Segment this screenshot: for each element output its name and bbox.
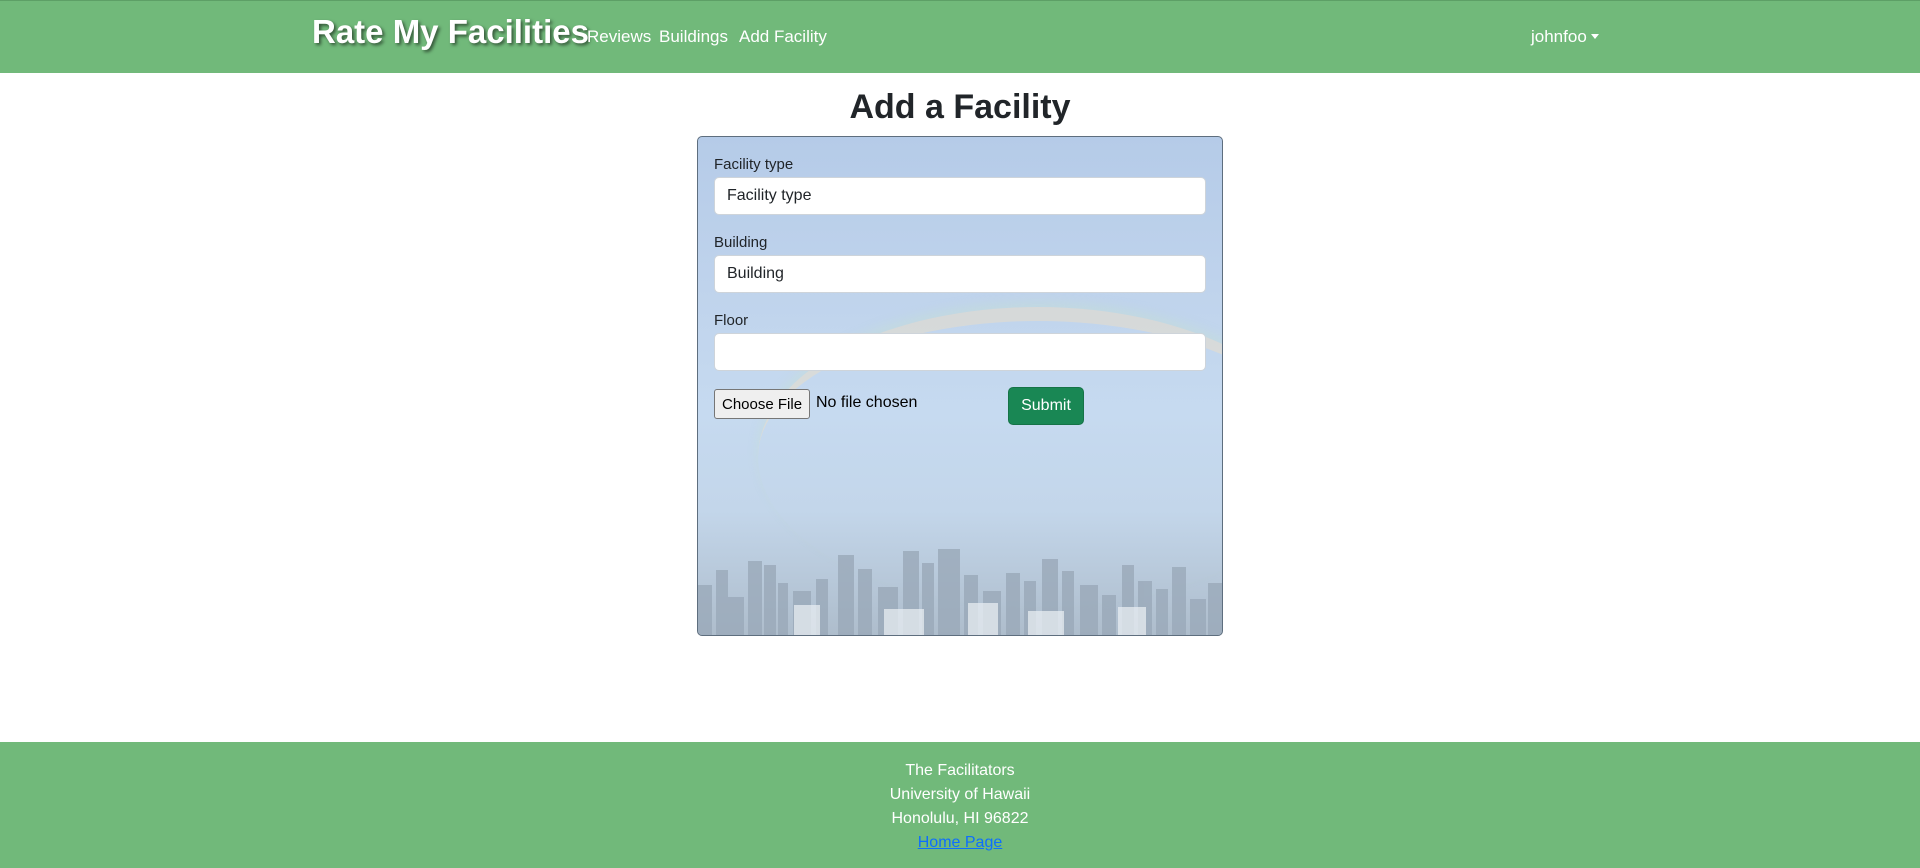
footer-university: University of Hawaii <box>889 786 1031 803</box>
caret-down-icon <box>1590 34 1599 39</box>
user-dropdown[interactable]: johnfoo <box>1531 27 1599 47</box>
floor-input[interactable] <box>714 333 1206 371</box>
nav-link-reviews[interactable]: Reviews <box>587 27 651 47</box>
submit-button[interactable]: Submit <box>1008 387 1084 425</box>
floor-label: Floor <box>714 312 749 329</box>
file-status-text: No file chosen <box>816 394 918 411</box>
brand-logo-link[interactable]: Rate My Facilities <box>312 13 589 51</box>
floor-group: Floor <box>714 312 1206 371</box>
building-input[interactable] <box>714 255 1206 293</box>
footer-team-name: The Facilitators <box>905 762 1015 779</box>
building-label: Building <box>714 234 768 251</box>
facility-type-input[interactable] <box>714 177 1206 215</box>
add-facility-form-card: Facility type Building Floor Choose File… <box>697 136 1223 636</box>
page-footer: The Facilitators University of Hawaii Ho… <box>0 742 1920 868</box>
city-skyline-background <box>698 549 1222 635</box>
nav-link-buildings[interactable]: Buildings <box>659 27 728 47</box>
footer-home-page-link[interactable]: Home Page <box>918 834 1003 851</box>
page-title: Add a Facility <box>849 88 1071 126</box>
facility-type-group: Facility type <box>714 156 1206 215</box>
nav-link-add-facility[interactable]: Add Facility <box>739 27 827 47</box>
choose-file-button[interactable]: Choose File <box>714 389 811 419</box>
facility-type-label: Facility type <box>714 156 794 173</box>
building-group: Building <box>714 234 1206 293</box>
footer-address: Honolulu, HI 96822 <box>891 810 1029 827</box>
top-navbar: Rate My Facilities Reviews Buildings Add… <box>0 0 1920 73</box>
user-name: johnfoo <box>1531 27 1587 46</box>
